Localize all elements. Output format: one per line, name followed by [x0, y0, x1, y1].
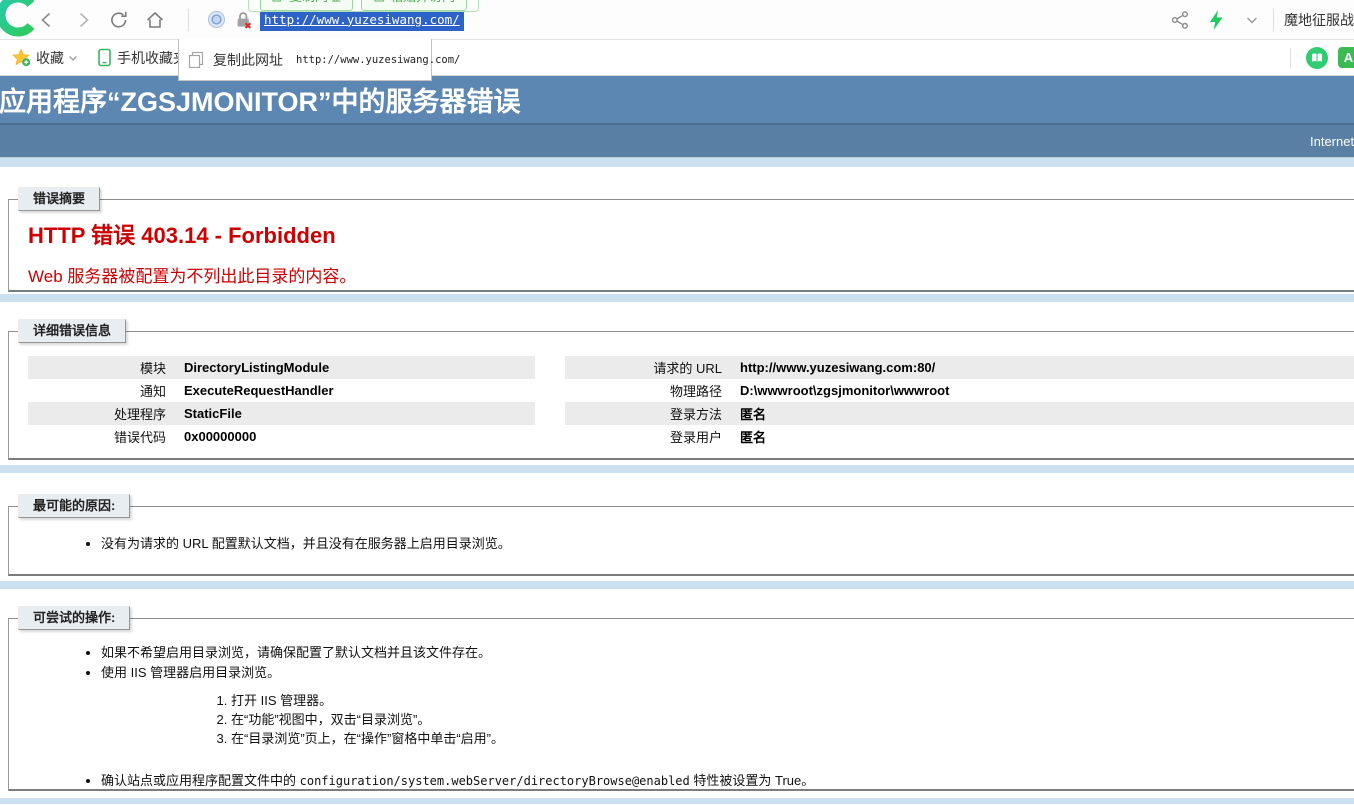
- home-button[interactable]: [144, 9, 166, 31]
- row-value: DirectoryListingModule: [175, 360, 329, 375]
- error-description: Web 服务器被配置为不列出此目录的内容。: [28, 262, 1354, 287]
- mobile-favorites-label: 手机收藏夹: [117, 48, 187, 68]
- phone-icon: [97, 48, 112, 67]
- detailed-error-container: 详细错误信息 模块 DirectoryListingModule 通知 Exec…: [0, 302, 1354, 465]
- paste-go-button[interactable]: 粘贴并访问: [361, 0, 467, 11]
- page-header: 应用程序“ZGSJMONITOR”中的服务器错误: [0, 76, 1354, 123]
- server-version-band: Internet Information Services: [0, 123, 1354, 158]
- forward-button[interactable]: [72, 9, 94, 31]
- row-label: 处理程序: [28, 404, 175, 423]
- error-summary-fieldset: 错误摘要 HTTP 错误 403.14 - Forbidden Web 服务器被…: [8, 199, 1354, 292]
- list-item: 使用 IIS 管理器启用目录浏览。: [101, 665, 1354, 681]
- bookmarks-right: A: [1276, 46, 1354, 70]
- row-value: StaticFile: [175, 406, 242, 421]
- table-row: 通知 ExecuteRequestHandler: [28, 379, 535, 402]
- translate-icon[interactable]: A: [1338, 47, 1354, 68]
- url-dropdown-item[interactable]: 复制此网址 http://www.yuzesiwang.com/: [178, 39, 432, 81]
- likely-causes-fieldset: 最可能的原因: 没有为请求的 URL 配置默认文档，并且没有在服务器上启用目录浏…: [8, 506, 1354, 576]
- row-label: 物理路径: [565, 381, 731, 400]
- list-item: 打开 IIS 管理器。: [231, 693, 1354, 709]
- table-row: 错误代码 0x00000000: [28, 425, 535, 448]
- row-value: D:\wwwroot\zgsjmonitor\wwwroot: [731, 383, 949, 398]
- detailed-error-fieldset: 详细错误信息 模块 DirectoryListingModule 通知 Exec…: [8, 331, 1354, 460]
- share-icon[interactable]: [1169, 9, 1191, 31]
- detail-table-left: 模块 DirectoryListingModule 通知 ExecuteRequ…: [28, 356, 535, 448]
- error-title: HTTP 错误 403.14 - Forbidden: [28, 218, 1354, 250]
- chevron-down-icon[interactable]: [1241, 9, 1263, 31]
- likely-causes-container: 最可能的原因: 没有为请求的 URL 配置默认文档，并且没有在服务器上启用目录浏…: [0, 473, 1354, 581]
- try-list: 如果不希望启用目录浏览，请确保配置了默认文档并且该文件存在。 使用 IIS 管理…: [9, 645, 1354, 681]
- table-row: 处理程序 StaticFile: [28, 402, 535, 425]
- row-label: 通知: [28, 381, 175, 400]
- lightning-extension-icon[interactable]: [1205, 9, 1227, 31]
- server-version-text: Internet Information Services: [1310, 134, 1354, 149]
- detailed-error-legend: 详细错误信息: [18, 319, 126, 343]
- row-label: 错误代码: [28, 427, 175, 446]
- table-row: 请求的 URL http://www.yuzesiwang.com:80/: [565, 356, 1354, 379]
- dropdown-url-text: http://www.yuzesiwang.com/: [296, 54, 460, 66]
- things-to-try-legend: 可尝试的操作:: [18, 606, 130, 630]
- likely-causes-legend: 最可能的原因:: [18, 494, 130, 518]
- chevron-down-icon: [67, 52, 79, 64]
- row-label: 登录方法: [565, 404, 731, 423]
- browser-logo-icon[interactable]: [0, 0, 41, 39]
- toolbar-right: 魔地征服战: [1169, 9, 1354, 31]
- final-suffix: 特性被设置为 True。: [690, 773, 814, 788]
- list-item: 确认站点或应用程序配置文件中的 configuration/system.web…: [101, 773, 1354, 789]
- mobile-favorites-button[interactable]: 手机收藏夹: [97, 48, 187, 68]
- row-label: 模块: [28, 358, 175, 377]
- toolbar-divider: [188, 9, 189, 31]
- browser-toolbar: http://www.yuzesiwang.com/: [0, 0, 1354, 40]
- error-summary-container: 错误摘要 HTTP 错误 403.14 - Forbidden Web 服务器被…: [0, 167, 1354, 294]
- page-title: 应用程序“ZGSJMONITOR”中的服务器错误: [0, 80, 521, 119]
- favorites-label: 收藏: [36, 48, 64, 68]
- favorites-button[interactable]: 收藏: [12, 48, 79, 68]
- list-item: 在“功能”视图中，双击“目录浏览”。: [231, 712, 1354, 728]
- table-row: 物理路径 D:\wwwroot\zgsjmonitor\wwwroot: [565, 379, 1354, 402]
- copy-icon: [272, 0, 284, 2]
- url-context-popup: 复制网址 粘贴并访问: [248, 0, 479, 12]
- row-value: ExecuteRequestHandler: [175, 383, 334, 398]
- bookmark-title[interactable]: 魔地征服战: [1284, 10, 1354, 30]
- row-label: 登录用户: [565, 427, 731, 446]
- final-prefix: 确认站点或应用程序配置文件中的: [101, 773, 300, 788]
- detail-tables: 模块 DirectoryListingModule 通知 ExecuteRequ…: [28, 356, 1354, 448]
- things-to-try-fieldset: 可尝试的操作: 如果不希望启用目录浏览，请确保配置了默认文档并且该文件存在。 使…: [8, 618, 1354, 791]
- detail-table-right: 请求的 URL http://www.yuzesiwang.com:80/ 物理…: [565, 356, 1354, 448]
- try-list-final: 确认站点或应用程序配置文件中的 configuration/system.web…: [9, 773, 1354, 789]
- causes-list: 没有为请求的 URL 配置默认文档，并且没有在服务器上启用目录浏览。: [9, 536, 1354, 552]
- bookmarks-divider: [1290, 48, 1291, 68]
- row-label: 请求的 URL: [565, 358, 731, 377]
- row-value: 0x00000000: [175, 429, 256, 444]
- list-item: 如果不希望启用目录浏览，请确保配置了默认文档并且该文件存在。: [101, 645, 1354, 661]
- paste-go-label: 粘贴并访问: [390, 0, 455, 5]
- table-row: 模块 DirectoryListingModule: [28, 356, 535, 379]
- paste-icon: [373, 0, 385, 2]
- copy-icon: [188, 51, 204, 68]
- table-row: 登录用户 匿名: [565, 425, 1354, 448]
- config-attribute-code: configuration/system.webServer/directory…: [300, 774, 690, 788]
- browser-window: http://www.yuzesiwang.com/: [0, 0, 1354, 805]
- row-value: 匿名: [731, 404, 766, 423]
- star-add-icon: [12, 48, 31, 67]
- copy-url-button[interactable]: 复制网址: [260, 0, 353, 11]
- page-body: 错误摘要 HTTP 错误 403.14 - Forbidden Web 服务器被…: [0, 158, 1354, 805]
- error-page: 应用程序“ZGSJMONITOR”中的服务器错误 Internet Inform…: [0, 76, 1354, 805]
- row-value: http://www.yuzesiwang.com:80/: [731, 360, 935, 375]
- list-item: 在“目录浏览”页上，在“操作”窗格中单击“启用”。: [231, 731, 1354, 747]
- copy-this-url-label: 复制此网址: [213, 50, 283, 70]
- row-value: 匿名: [731, 427, 766, 446]
- toolbar-divider: [1273, 9, 1274, 31]
- try-steps-list: 打开 IIS 管理器。 在“功能”视图中，双击“目录浏览”。 在“目录浏览”页上…: [9, 693, 1354, 747]
- copy-url-label: 复制网址: [289, 0, 341, 5]
- reading-mode-icon[interactable]: [1305, 46, 1329, 70]
- table-row: 登录方法 匿名: [565, 402, 1354, 425]
- refresh-button[interactable]: [108, 9, 130, 31]
- things-to-try-container: 可尝试的操作: 如果不希望启用目录浏览，请确保配置了默认文档并且该文件存在。 使…: [0, 589, 1354, 798]
- error-summary-legend: 错误摘要: [18, 187, 100, 211]
- site-info-icon[interactable]: [207, 10, 226, 29]
- list-item: 没有为请求的 URL 配置默认文档，并且没有在服务器上启用目录浏览。: [101, 536, 1354, 552]
